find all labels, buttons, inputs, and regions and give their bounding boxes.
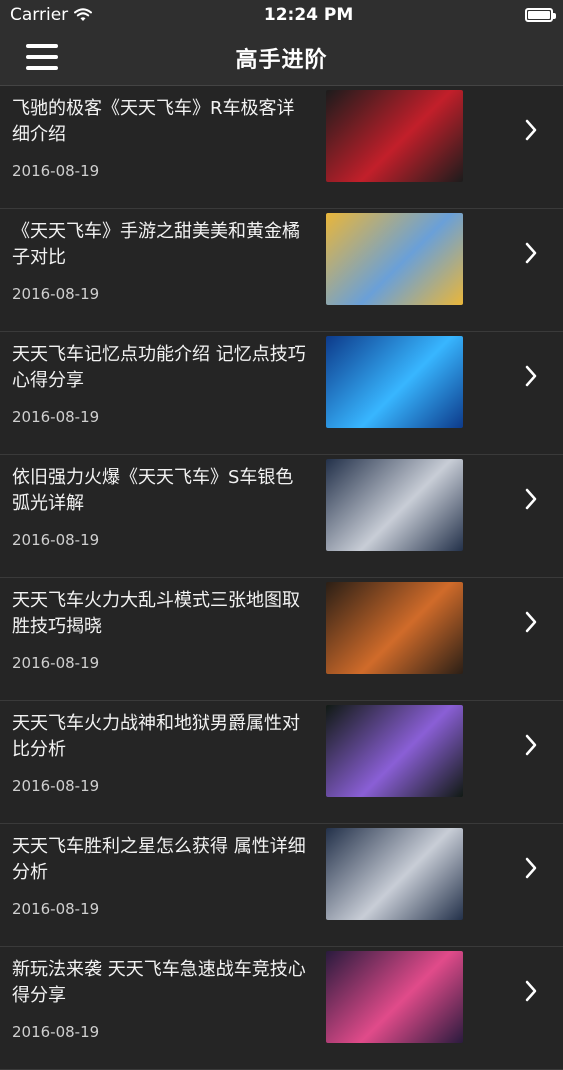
article-thumbnail (326, 459, 463, 551)
article-date: 2016-08-19 (12, 900, 100, 918)
navigation-bar: 高手进阶 (0, 30, 563, 86)
article-list-item[interactable]: 天天飞车记忆点功能介绍 记忆点技巧心得分享 2016-08-19 (0, 332, 563, 455)
chevron-right-icon (525, 611, 537, 633)
article-list-item[interactable]: 《天天飞车》手游之甜美美和黄金橘子对比 2016-08-19 (0, 209, 563, 332)
article-title: 《天天飞车》手游之甜美美和黄金橘子对比 (12, 221, 300, 268)
status-left: Carrier (10, 5, 93, 25)
article-thumbnail (326, 582, 463, 674)
article-title: 天天飞车胜利之星怎么获得 属性详细分析 (12, 836, 306, 883)
article-list-item[interactable]: 飞驰的极客《天天飞车》R车极客详细介绍 2016-08-19 (0, 86, 563, 209)
battery-icon (525, 8, 556, 22)
article-date: 2016-08-19 (12, 531, 100, 549)
article-title: 飞驰的极客《天天飞车》R车极客详细介绍 (12, 98, 295, 145)
article-title: 依旧强力火爆《天天飞车》S车银色弧光详解 (12, 467, 294, 514)
article-title: 天天飞车记忆点功能介绍 记忆点技巧心得分享 (12, 344, 306, 391)
article-date: 2016-08-19 (12, 162, 100, 180)
hamburger-menu-icon[interactable] (26, 44, 58, 70)
article-date: 2016-08-19 (12, 408, 100, 426)
article-thumbnail (326, 336, 463, 428)
status-bar: Carrier 12:24 PM (0, 0, 563, 30)
status-time: 12:24 PM (263, 5, 354, 25)
chevron-right-icon (525, 857, 537, 879)
article-date: 2016-08-19 (12, 1023, 100, 1041)
chevron-right-icon (525, 242, 537, 264)
article-list-item[interactable]: 新玩法来袭 天天飞车急速战车竞技心得分享 2016-08-19 (0, 947, 563, 1070)
article-list-item[interactable]: 依旧强力火爆《天天飞车》S车银色弧光详解 2016-08-19 (0, 455, 563, 578)
article-thumbnail (326, 213, 463, 305)
carrier-label: Carrier (10, 5, 69, 25)
article-date: 2016-08-19 (12, 654, 100, 672)
article-title: 天天飞车火力战神和地狱男爵属性对比分析 (12, 713, 300, 760)
chevron-right-icon (525, 488, 537, 510)
chevron-right-icon (525, 734, 537, 756)
chevron-right-icon (525, 365, 537, 387)
article-title: 新玩法来袭 天天飞车急速战车竞技心得分享 (12, 959, 306, 1006)
article-list-item[interactable]: 天天飞车胜利之星怎么获得 属性详细分析 2016-08-19 (0, 824, 563, 947)
article-list: 飞驰的极客《天天飞车》R车极客详细介绍 2016-08-19 《天天飞车》手游之甜美… (0, 86, 563, 1070)
article-thumbnail (326, 705, 463, 797)
chevron-right-icon (525, 119, 537, 141)
article-date: 2016-08-19 (12, 777, 100, 795)
article-list-item[interactable]: 天天飞车火力战神和地狱男爵属性对比分析 2016-08-19 (0, 701, 563, 824)
page-title: 高手进阶 (235, 47, 328, 73)
article-list-item[interactable]: 天天飞车火力大乱斗模式三张地图取胜技巧揭晓 2016-08-19 (0, 578, 563, 701)
article-thumbnail (326, 90, 463, 182)
article-date: 2016-08-19 (12, 285, 100, 303)
article-thumbnail (326, 951, 463, 1043)
article-thumbnail (326, 828, 463, 920)
wifi-icon (74, 8, 93, 21)
chevron-right-icon (525, 980, 537, 1002)
article-title: 天天飞车火力大乱斗模式三张地图取胜技巧揭晓 (12, 590, 300, 637)
